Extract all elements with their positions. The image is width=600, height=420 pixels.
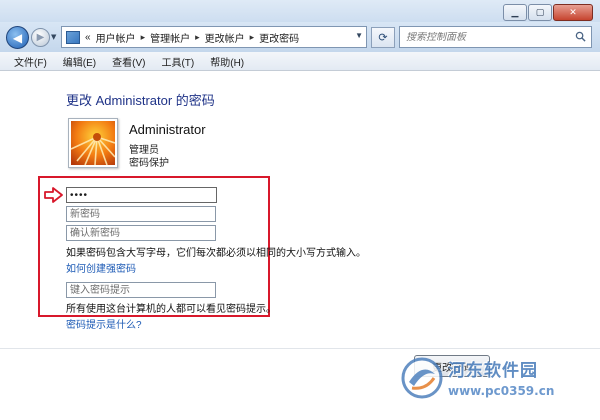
page-title: 更改 Administrator 的密码 [66, 93, 215, 108]
avatar [68, 118, 118, 168]
chevron-down-icon: ▼ [51, 33, 57, 41]
caption-buttons: ▁ ▢ ✕ [503, 4, 593, 21]
address-dropdown-icon[interactable]: ▼ [355, 31, 363, 40]
forward-arrow-icon: ▶ [36, 32, 45, 43]
account-name: Administrator [129, 122, 206, 137]
back-arrow-icon: ◀ [12, 30, 23, 45]
breadcrumb-manage-accounts[interactable]: 管理帐户 [150, 30, 190, 45]
minimize-icon: ▁ [511, 7, 519, 18]
new-password-field[interactable] [66, 206, 216, 222]
menu-file[interactable]: 文件(F) [14, 54, 47, 69]
menu-edit[interactable]: 编辑(E) [63, 54, 96, 69]
breadcrumb-change-password[interactable]: 更改密码 [259, 30, 299, 45]
breadcrumb-separator-icon[interactable]: ▸ [250, 32, 255, 43]
close-button[interactable]: ✕ [553, 4, 593, 21]
footer-divider [0, 348, 600, 349]
hint-visibility-note: 所有使用这台计算机的人都可以看见密码提示。 [66, 304, 276, 315]
main-content: 更改 Administrator 的密码 Administrator 管理员 密… [0, 72, 600, 420]
flower-avatar-icon [71, 121, 115, 165]
refresh-icon: ⟳ [378, 31, 388, 44]
refresh-button[interactable]: ⟳ [371, 27, 395, 48]
confirm-password-field[interactable] [66, 225, 216, 241]
minimize-button[interactable]: ▁ [503, 4, 527, 21]
search-icon[interactable] [575, 31, 586, 42]
breadcrumb-change-account[interactable]: 更改帐户 [205, 30, 245, 45]
current-password-field[interactable] [66, 187, 217, 203]
breadcrumb-overflow[interactable]: « [85, 32, 91, 43]
case-sensitivity-note: 如果密码包含大写字母，它们每次都必须以相同的大小写方式输入。 [66, 248, 366, 259]
menu-help[interactable]: 帮助(H) [210, 54, 244, 69]
maximize-button[interactable]: ▢ [528, 4, 552, 21]
menu-bar: 文件(F) 编辑(E) 查看(V) 工具(T) 帮助(H) [0, 52, 600, 71]
forward-button[interactable]: ▶ [31, 28, 50, 47]
strong-password-link[interactable]: 如何创建强密码 [66, 260, 136, 275]
navigation-bar: ◀ ▶ ▼ « 用户帐户 ▸ 管理帐户 ▸ 更改帐户 ▸ 更改密码 ▼ ⟳ [0, 22, 600, 52]
breadcrumb-separator-icon[interactable]: ▸ [141, 32, 146, 43]
account-status: 密码保护 [129, 158, 169, 169]
breadcrumb-separator-icon[interactable]: ▸ [195, 32, 200, 43]
breadcrumb-user-accounts[interactable]: 用户帐户 [96, 30, 136, 45]
close-icon: ✕ [569, 7, 577, 18]
menu-view[interactable]: 查看(V) [112, 54, 145, 69]
password-hint-field[interactable] [66, 282, 216, 298]
maximize-icon: ▢ [535, 7, 545, 18]
right-arrow-icon [44, 187, 63, 203]
recent-pages-dropdown[interactable]: ▼ [51, 33, 56, 41]
change-password-button[interactable]: 更改密码 [414, 355, 490, 377]
search-box[interactable] [399, 26, 592, 48]
watermark-url: www.pc0359.cn [448, 384, 555, 398]
back-button[interactable]: ◀ [6, 26, 29, 49]
password-hint-help-link[interactable]: 密码提示是什么? [66, 316, 142, 331]
search-input[interactable] [406, 31, 566, 43]
control-panel-icon [66, 30, 80, 44]
address-bar[interactable]: « 用户帐户 ▸ 管理帐户 ▸ 更改帐户 ▸ 更改密码 ▼ [61, 26, 367, 48]
menu-tools[interactable]: 工具(T) [161, 54, 194, 69]
